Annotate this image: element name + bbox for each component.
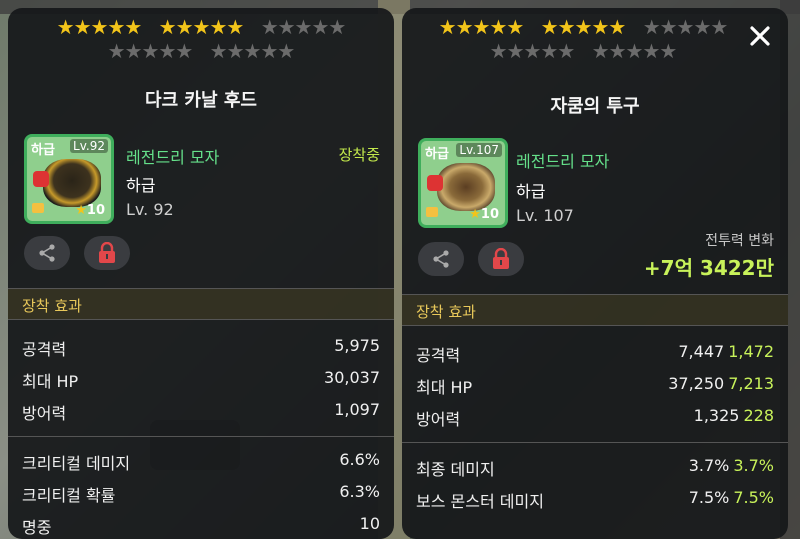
lock-button[interactable] [84, 236, 130, 270]
stat-value: 30,037 [324, 368, 380, 387]
star-count: ★10 [469, 207, 499, 222]
item-level-tag: Lv.107 [456, 143, 502, 157]
stat-row: 최대 HP 37,250 7,213 [416, 374, 774, 402]
item-level: Lv. 107 [516, 206, 574, 225]
starforce-row-1: ★★★★★ ★★★★★ ★★★★★ [8, 16, 394, 38]
stat-row: 명중 10 [22, 514, 380, 539]
stat-value: 6.6% [339, 450, 380, 469]
item-rarity-name: 레전드리 모자 [516, 152, 610, 171]
stat-row: 최대 HP 30,037 [22, 368, 380, 396]
item-icon-slot[interactable]: 하급 Lv.92 ★10 [24, 134, 114, 224]
close-icon [750, 26, 770, 46]
equip-effect-header: 장착 효과 [8, 288, 394, 320]
equipped-badge: 장착중 [338, 146, 380, 164]
divider [8, 436, 394, 437]
starforce-row-2: ★★★★★ ★★★★★ [402, 40, 788, 62]
combat-power-label: 전투력 변화 [705, 233, 774, 249]
stat-row: 크리티컬 데미지 6.6% [22, 450, 380, 478]
stat-value: 7.5% 7.5% [688, 488, 774, 507]
item-rank: 하급 [516, 182, 546, 201]
starforce-row-2: ★★★★★ ★★★★★ [8, 40, 394, 62]
section-title: 장착 효과 [416, 303, 476, 321]
stat-row: 방어력 1,097 [22, 400, 380, 428]
lock-icon [99, 242, 115, 263]
stat-label: 방어력 [22, 404, 67, 423]
item-icon-slot[interactable]: 하급 Lv.107 ★10 [418, 138, 508, 228]
lock-button[interactable] [478, 242, 524, 276]
combat-power-change: +7억 3422만 [643, 256, 774, 280]
item-title: 다크 카날 후드 [145, 90, 257, 111]
stat-label: 최대 HP [22, 372, 79, 391]
stat-row: 공격력 5,975 [22, 336, 380, 364]
stat-value: 37,250 7,213 [668, 374, 774, 393]
stat-row: 크리티컬 확률 6.3% [22, 482, 380, 510]
stat-label: 최대 HP [416, 378, 473, 397]
compare-item-tooltip: ★★★★★ ★★★★★ ★★★★★ ★★★★★ ★★★★★ 자쿰의 투구 하급 … [402, 8, 788, 539]
equipped-item-tooltip: ★★★★★ ★★★★★ ★★★★★ ★★★★★ ★★★★★ 다크 카날 후드 하… [8, 8, 394, 539]
starforce-row-1: ★★★★★ ★★★★★ ★★★★★ [402, 16, 788, 38]
share-button[interactable] [24, 236, 70, 270]
stat-value: 3.7% 3.7% [688, 456, 774, 475]
stat-label: 명중 [22, 518, 52, 537]
star-group: ★★★★★ [260, 15, 347, 39]
chip-icon [426, 207, 438, 217]
stat-row: 보스 몬스터 데미지 7.5% 7.5% [416, 488, 774, 516]
stat-label: 최종 데미지 [416, 460, 495, 479]
stat-row: 방어력 1,325 228 [416, 406, 774, 434]
lock-icon [427, 175, 443, 191]
equip-effect-header: 장착 효과 [402, 294, 788, 326]
star-count: ★10 [75, 203, 105, 218]
item-level: Lv. 92 [126, 200, 174, 219]
stat-increase: 1,472 [728, 342, 774, 361]
stat-row: 최종 데미지 3.7% 3.7% [416, 456, 774, 484]
item-rarity-name: 레전드리 모자 [126, 148, 220, 167]
chip-icon [32, 203, 44, 213]
dark-hood-icon [43, 159, 101, 207]
lock-icon [493, 248, 509, 269]
item-level-tag: Lv.92 [70, 139, 108, 153]
stat-increase: 7.5% [733, 488, 774, 507]
stat-value: 10 [359, 514, 380, 533]
share-button[interactable] [418, 242, 464, 276]
stat-value: 5,975 [334, 336, 380, 355]
share-icon [433, 250, 449, 268]
item-title: 자쿰의 투구 [550, 96, 640, 117]
star-group: ★★★★★ [489, 39, 576, 63]
star-group: ★★★★★ [209, 39, 296, 63]
stat-label: 크리티컬 데미지 [22, 454, 131, 473]
item-grade-tag: 하급 [425, 147, 449, 162]
zakum-helmet-icon [437, 163, 495, 211]
stat-label: 크리티컬 확률 [22, 486, 116, 505]
stat-label: 공격력 [416, 346, 461, 365]
star-group: ★★★★★ [438, 15, 525, 39]
stat-increase: 228 [743, 406, 774, 425]
stat-increase: 7,213 [728, 374, 774, 393]
divider [402, 442, 788, 443]
stat-row: 공격력 7,447 1,472 [416, 342, 774, 370]
star-group: ★★★★★ [107, 39, 194, 63]
section-title: 장착 효과 [22, 297, 82, 315]
stat-value: 1,325 228 [693, 406, 774, 425]
stat-increase: 3.7% [733, 456, 774, 475]
stat-value: 6.3% [339, 482, 380, 501]
star-group: ★★★★★ [642, 15, 729, 39]
item-grade-tag: 하급 [31, 143, 55, 158]
star-group: ★★★★★ [56, 15, 143, 39]
stat-value: 1,097 [334, 400, 380, 419]
item-rank: 하급 [126, 176, 156, 195]
stat-label: 공격력 [22, 340, 67, 359]
stat-label: 보스 몬스터 데미지 [416, 492, 544, 511]
star-group: ★★★★★ [540, 15, 627, 39]
stat-label: 방어력 [416, 410, 461, 429]
lock-icon [33, 171, 49, 187]
star-group: ★★★★★ [158, 15, 245, 39]
star-group: ★★★★★ [591, 39, 678, 63]
stat-value: 7,447 1,472 [678, 342, 774, 361]
share-icon [39, 244, 55, 262]
close-button[interactable] [746, 22, 774, 50]
